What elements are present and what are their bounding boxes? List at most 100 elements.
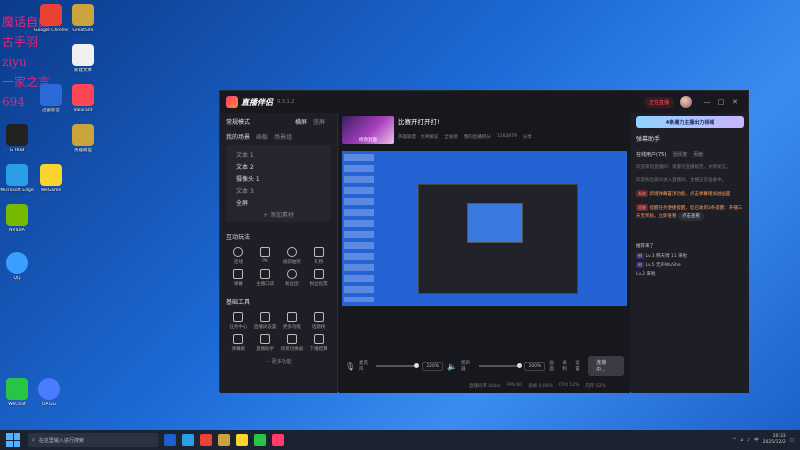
desktop-icon-label: WeChat — [8, 402, 26, 407]
tab-my-scenes[interactable]: 我的场景 — [226, 132, 250, 141]
desktop-icon-text[interactable]: 新建文本 — [66, 44, 100, 73]
screen-button[interactable]: 画面 — [549, 360, 558, 372]
slider-knob[interactable] — [516, 363, 522, 368]
ime-indicator[interactable]: 中 — [754, 437, 759, 443]
go-live-button[interactable]: 连接中... — [588, 356, 624, 376]
stream-stats: 直播码率 0kb/s FPS:60 丢帧 0.00% CPU 12% 内存 52… — [469, 383, 606, 389]
windows-start-icon[interactable] — [6, 433, 20, 447]
minimize-button[interactable]: — — [700, 98, 714, 106]
file-icon — [72, 44, 94, 66]
tab-contribution[interactable]: 贡献 — [693, 151, 703, 158]
tool-task-center[interactable]: 任务中心 — [226, 312, 251, 330]
tab-landscape[interactable]: 横屏 — [295, 119, 307, 126]
add-source-button[interactable]: + 添加素材 — [230, 210, 327, 219]
task-view-icon[interactable] — [164, 434, 176, 446]
close-button[interactable]: ✕ — [728, 98, 742, 106]
mic-volume-slider[interactable] — [376, 363, 420, 368]
network-icon[interactable]: ⌂ — [740, 438, 743, 443]
tool-pocket[interactable]: 主播口袋 — [253, 269, 278, 287]
tool-vote[interactable]: 粉丝投票 — [306, 269, 331, 287]
mic-volume-value[interactable]: 220% — [422, 361, 444, 371]
promo-banner[interactable]: 4条潮力主播出力领域 — [636, 116, 744, 128]
slider-knob[interactable] — [414, 363, 420, 368]
more-functions-link[interactable]: ··· 更多功能 — [226, 358, 331, 365]
stream-category[interactable]: 英雄联盟 · 大神解说 — [398, 134, 438, 140]
desktop-icon-wegame[interactable]: WeGame — [34, 164, 68, 193]
tool-label: 任务中心 — [229, 325, 248, 330]
desktop-icon-chrome[interactable]: Google Chrome — [34, 4, 68, 33]
desktop-icon-wechat[interactable]: WeChat — [0, 378, 34, 407]
desktop-icon-qq[interactable]: QQ — [0, 252, 34, 281]
taskbar-search[interactable]: ⌕ 在这里输入进行搜索 — [28, 433, 158, 447]
notification-icon[interactable]: ▢ — [790, 438, 794, 443]
tool-fans[interactable]: 粉丝团 — [280, 269, 305, 287]
user-entry[interactable]: 粉 Lv.3 韩天博 11 来啦 — [636, 253, 744, 259]
tool-room-settings[interactable]: 直播间设置 — [253, 312, 278, 330]
user-entry[interactable]: 粉 Lv.5 无声WuShe — [636, 262, 744, 268]
pk-icon — [260, 247, 271, 257]
tool-end-settle[interactable]: 下播结算 — [306, 334, 331, 352]
scene-mode-dropdown[interactable]: 常规模式 — [226, 117, 250, 126]
tool-danmaku[interactable]: 弹幕 — [226, 269, 251, 287]
tool-gift[interactable]: 礼物 — [306, 247, 331, 265]
chrome-icon[interactable] — [200, 434, 212, 446]
live-status-badge[interactable]: 正在直播 — [643, 96, 674, 108]
source-item[interactable]: 全屏 — [230, 196, 327, 208]
view-button[interactable]: 点击查看 — [677, 212, 704, 221]
title-bar: 直播伴侣 9.3.1.2 正在直播 — □ ✕ — [220, 91, 748, 113]
user-entry[interactable]: Lv.2 来啦 — [636, 271, 744, 277]
source-item[interactable]: 文本 1 — [230, 148, 327, 160]
source-item[interactable]: 文本 2 — [230, 160, 327, 172]
nvidia-icon — [6, 204, 28, 226]
desktop-icon-lol[interactable]: 英雄联盟 — [66, 124, 100, 153]
search-icon: ⌕ — [32, 437, 35, 443]
tool-link[interactable]: 连线 — [226, 247, 251, 265]
tab-activity[interactable]: 活跃度 — [672, 151, 687, 158]
desktop-icon-edge[interactable]: Microsoft Edge — [0, 164, 34, 193]
share-button[interactable]: 分享 — [523, 134, 532, 140]
desktop-icon-xunlei[interactable]: 迅雷影音 — [34, 84, 68, 113]
wechat-icon[interactable] — [254, 434, 266, 446]
wegame-icon[interactable] — [236, 434, 248, 446]
tab-canvas[interactable]: 画板 — [256, 132, 268, 141]
score-link[interactable]: 我的直播积分 — [464, 134, 491, 140]
avatar[interactable] — [680, 96, 692, 108]
live-companion-icon[interactable] — [272, 434, 284, 446]
record-button[interactable]: 录制 — [562, 360, 571, 372]
maximize-button[interactable]: □ — [714, 98, 728, 106]
tool-danmaku-ji[interactable]: 弹幕姬 — [226, 334, 251, 352]
tool-label: 粉丝投票 — [309, 282, 328, 287]
desktop-icon-greatsite[interactable]: GreatSite — [66, 4, 100, 33]
settings-button[interactable]: 设置 — [575, 360, 584, 372]
volume-icon[interactable]: ♪ — [747, 438, 750, 443]
lol-icon[interactable] — [218, 434, 230, 446]
source-item[interactable]: 摄像头 1 — [230, 172, 327, 184]
speaker-icon[interactable]: 🔈 — [447, 362, 457, 371]
edge-icon[interactable] — [182, 434, 194, 446]
tool-assistant[interactable]: 直播助手 — [253, 334, 278, 352]
clock[interactable]: 20:33 2025/12/2 — [763, 434, 786, 446]
speaker-volume-value[interactable]: 200% — [524, 361, 546, 371]
tool-more-functions[interactable]: 更多功能 — [280, 312, 305, 330]
source-item[interactable]: 文本 3 — [230, 184, 327, 196]
chevron-up-icon[interactable]: ^ — [733, 438, 737, 443]
tool-scene-switcher[interactable]: 场景切换器 — [280, 334, 305, 352]
desktop-icon-valorant[interactable]: Valorant — [66, 84, 100, 113]
tab-portrait[interactable]: 竖屏 — [313, 119, 325, 126]
user-entry-text: Lv.5 无声WuShe — [645, 263, 681, 268]
desktop-icon-label: Microsoft Edge — [0, 188, 34, 193]
stream-preview[interactable] — [342, 151, 627, 311]
stream-title[interactable]: 比赛开打开打! — [398, 116, 532, 126]
desktop-icon-opgg[interactable]: OP.GG — [32, 378, 66, 407]
tool-topics[interactable]: 话题榜 — [306, 312, 331, 330]
tool-pk[interactable]: PK — [253, 247, 278, 265]
cover-thumbnail[interactable]: 修改封面 — [342, 116, 394, 144]
tab-scene-group[interactable]: 场景组 — [274, 132, 292, 141]
desktop-icon-nvidia[interactable]: NVIDIA — [0, 204, 34, 233]
microphone-icon[interactable]: 🎙 — [345, 362, 355, 371]
tab-online-users[interactable]: 在线用户(75) — [636, 151, 666, 158]
speaker-volume-slider[interactable] — [478, 363, 522, 368]
rank-link[interactable]: 全站榜 — [444, 134, 458, 140]
tool-lucky-bag[interactable]: 福袋抽奖 — [280, 247, 305, 265]
desktop-icon-ghub[interactable]: G HUB — [0, 124, 34, 153]
